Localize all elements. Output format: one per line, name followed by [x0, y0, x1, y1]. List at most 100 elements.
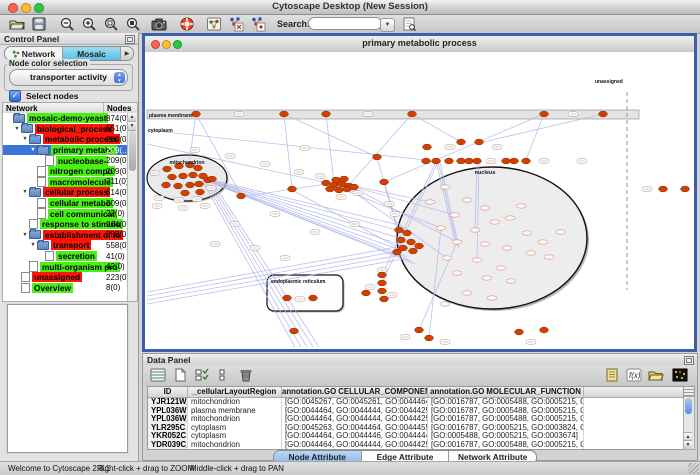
table-row[interactable]: YJR121W__1mitochondrion[GO:0045267, GO:0…	[148, 398, 688, 407]
tree-row[interactable]: ▼biological_process651(0)	[3, 124, 137, 135]
tree-header-nodes: Nodes	[107, 104, 131, 113]
tab-overflow-arrow[interactable]: ▶	[121, 47, 133, 60]
scroll-down-icon[interactable]: ▼	[128, 122, 136, 131]
zoom-out-icon[interactable]	[58, 16, 76, 32]
tree-row[interactable]: Overview8(0)	[3, 283, 137, 294]
tree-scroll-thumb[interactable]	[129, 131, 136, 171]
save-icon[interactable]	[30, 16, 48, 32]
trash-icon[interactable]	[237, 367, 255, 383]
tree-row[interactable]: nitrogen compo209(0)	[3, 166, 137, 177]
float-panel-icon[interactable]	[684, 356, 694, 365]
attribute-table-header[interactable]: ID_cellularLayoutRegionannotation.GO CEL…	[148, 387, 688, 398]
help-ring-icon[interactable]	[178, 16, 196, 32]
expand-triangle-icon[interactable]: ▼	[29, 147, 37, 153]
attribute-checklist-icon[interactable]	[193, 367, 211, 383]
table-row[interactable]: YDR039C__1mitochondrion[GO:0044464, GO:0…	[148, 441, 688, 450]
zoom-selected-icon[interactable]	[124, 16, 142, 32]
table-row[interactable]: YLR295Ccytoplasm[GO:0045263, GO:0044464,…	[148, 424, 688, 433]
network-graph[interactable]: plasma membranecytoplasmmitochondrionnuc…	[145, 52, 694, 349]
tree-row[interactable]: ▼primary metabo209(...	[3, 145, 137, 156]
status-zoom-hint: Right-click + drag to ZOOM	[97, 464, 194, 473]
main-toolbar: Search: ▼	[0, 15, 700, 34]
tree-row[interactable]: ▼transport558(0)	[3, 240, 137, 251]
zoom-in-icon[interactable]	[80, 16, 98, 32]
attribute-editor-icon[interactable]	[603, 367, 621, 383]
new-attribute-icon[interactable]	[171, 367, 189, 383]
formula-builder-icon[interactable]: f(x)	[625, 367, 643, 383]
tree-row[interactable]: response to stimulu264(0)	[3, 219, 137, 230]
network-overview-icon[interactable]	[205, 16, 223, 32]
table-cell	[584, 432, 688, 441]
tree-row[interactable]: cellular metabo209(0)	[3, 198, 137, 209]
table-header-row[interactable]: ID_cellularLayoutRegionannotation.GO CEL…	[148, 387, 688, 398]
tree-node-count: 280(0)	[106, 135, 129, 144]
tree-scrollbar[interactable]: ▲ ▼	[127, 113, 137, 301]
tree-row[interactable]: unassigned223(0)	[3, 272, 137, 283]
show-all-icon[interactable]	[249, 16, 267, 32]
select-attributes-icon[interactable]	[149, 367, 167, 383]
tree-row[interactable]: secretion41(0)	[3, 251, 137, 262]
tree-row[interactable]: multi-organism pro42(0)	[3, 261, 137, 272]
tree-row[interactable]: macromolecule311(0)	[3, 177, 137, 188]
table-scrollbar[interactable]: ▲ ▼	[683, 396, 695, 450]
tab-network-label: Network	[22, 49, 56, 59]
control-panel: Control Panel Network Mosaic ▶ Node colo…	[0, 33, 139, 461]
search-dropdown-arrow[interactable]: ▼	[380, 18, 395, 32]
expand-triangle-icon[interactable]: ▼	[13, 126, 21, 132]
leaf-icon	[21, 283, 30, 294]
network-canvas[interactable]: plasma membranecytoplasmmitochondrionnuc…	[145, 52, 694, 349]
tree-row[interactable]: ▼cellular process614(0)	[3, 187, 137, 198]
expand-triangle-icon[interactable]: ▼	[21, 136, 29, 142]
tree-row[interactable]: nucleobase-209(0)	[3, 155, 137, 166]
import-attributes-icon[interactable]	[647, 367, 665, 383]
attribute-pair-icon[interactable]	[215, 367, 233, 383]
open-icon[interactable]	[8, 16, 26, 32]
folder-icon	[29, 135, 41, 144]
node-color-dropdown[interactable]: transporter activity ▲▼	[9, 69, 128, 86]
network-view-frame: primary metabolic process plasma membran…	[142, 33, 697, 352]
table-cell: cytoplasm	[188, 424, 282, 433]
hide-selected-icon[interactable]	[227, 16, 245, 32]
expand-triangle-icon[interactable]: ▼	[29, 242, 37, 248]
advanced-search-icon[interactable]	[400, 16, 418, 32]
tree-node-count: 209(0)	[106, 199, 129, 208]
tree-row[interactable]: cell communicat22(0)	[3, 208, 137, 219]
table-row[interactable]: YPL036W__1mitochondrion[GO:0044464, GO:0…	[148, 415, 688, 424]
float-panel-icon[interactable]	[125, 35, 135, 44]
table-row[interactable]: YPL036W__2plasma membrane[GO:0044464, GO…	[148, 407, 688, 416]
leaf-icon	[45, 155, 54, 166]
resize-grip[interactable]	[688, 463, 699, 474]
tree-row[interactable]: ▼metabolic process280(0)	[3, 134, 137, 145]
table-cell: YDR039C__1	[148, 441, 188, 450]
tree-node-count: 651(0)	[106, 124, 129, 133]
column-header: annotation.GO CELLULAR_COMPONENT	[282, 387, 428, 397]
scroll-down-icon[interactable]: ▼	[684, 440, 692, 449]
birdseye-view[interactable]	[7, 304, 128, 453]
zoom-fit-icon[interactable]	[102, 16, 120, 32]
table-scroll-thumb[interactable]	[685, 398, 692, 414]
status-bar: Welcome to Cytoscape 2.8.1 Right-click +…	[0, 461, 700, 475]
column-header: annotation.GO MOLECULAR_FUNCTION	[428, 387, 584, 397]
expand-triangle-icon[interactable]: ▼	[21, 189, 29, 195]
table-row[interactable]: YKR052Ccytoplasm[GO:0044464, GO:0044446,…	[148, 432, 688, 441]
folder-icon	[13, 114, 25, 123]
network-view-titlebar[interactable]: primary metabolic process	[145, 36, 694, 53]
folder-icon	[21, 124, 33, 133]
matrix-view-icon[interactable]	[671, 367, 689, 383]
select-nodes-label: Select nodes	[26, 91, 78, 101]
attribute-table[interactable]: ID_cellularLayoutRegionannotation.GO CEL…	[147, 386, 689, 450]
snapshot-icon[interactable]	[150, 16, 168, 32]
tree-node-count: 311(0)	[106, 177, 129, 186]
tree-row[interactable]: ▼establishment of lo558(0)	[3, 230, 137, 241]
column-header	[584, 387, 688, 397]
search-input[interactable]	[308, 17, 382, 30]
select-nodes-checkbox[interactable]: ✓	[9, 90, 21, 102]
tab-mosaic-label: Mosaic	[77, 49, 106, 59]
leaf-icon	[29, 261, 38, 272]
attribute-table-body[interactable]: YJR121W__1mitochondrion[GO:0045267, GO:0…	[148, 398, 688, 449]
tree-label: cellular process	[43, 187, 110, 197]
column-header: ID	[148, 387, 188, 397]
expand-triangle-icon[interactable]: ▼	[21, 232, 29, 238]
tree-row[interactable]: mosaic-demo-yeast874(0)	[3, 113, 137, 124]
scroll-up-icon[interactable]: ▲	[128, 113, 136, 122]
